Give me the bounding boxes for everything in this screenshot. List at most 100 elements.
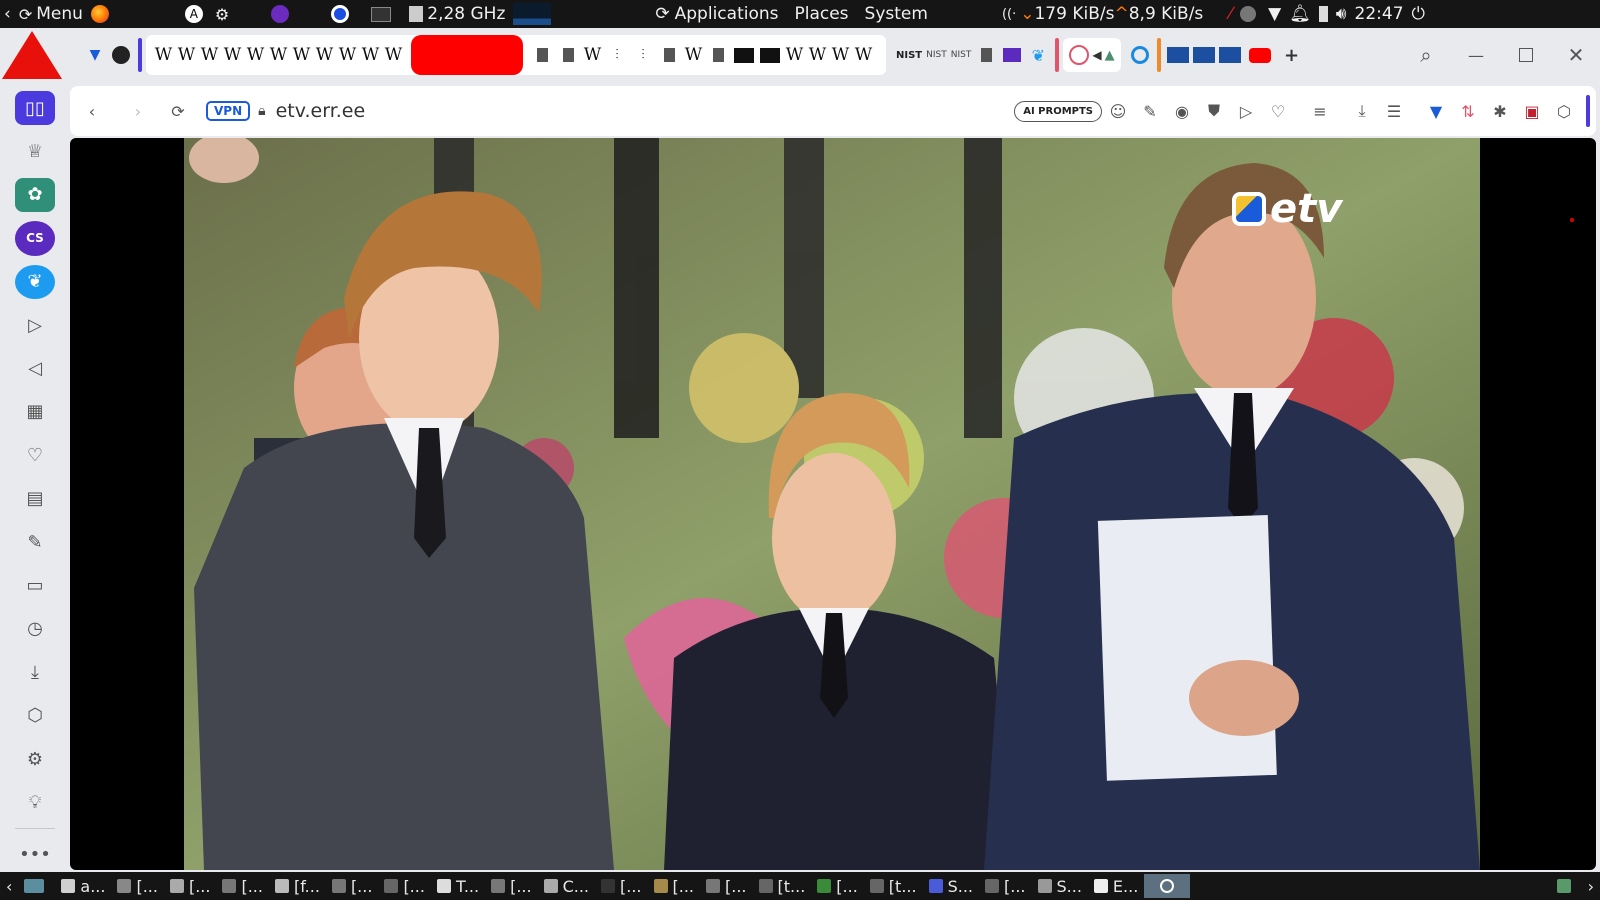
tab-wikipedia[interactable]: W bbox=[267, 45, 290, 65]
ai-prompts-button[interactable]: AI PROMPTS bbox=[1014, 100, 1102, 122]
emoji-button[interactable]: ☺ bbox=[1102, 95, 1134, 127]
settings-button[interactable]: ☰ bbox=[1378, 95, 1410, 127]
launcher-a[interactable]: A bbox=[181, 0, 211, 28]
tray-info[interactable] bbox=[1236, 0, 1264, 28]
minimize-button[interactable]: — bbox=[1460, 39, 1492, 71]
sidebar-downloads[interactable]: ⤓ bbox=[15, 655, 55, 689]
clock[interactable]: 22:47 bbox=[1351, 0, 1408, 28]
tab-document[interactable] bbox=[557, 44, 579, 66]
panel-left-arrow[interactable]: ‹ bbox=[0, 0, 15, 28]
downloads-button[interactable]: ⤓ bbox=[1346, 95, 1378, 127]
tab-wikipedia[interactable]: W bbox=[244, 45, 267, 65]
url-field[interactable]: etv.err.ee bbox=[276, 100, 366, 122]
taskbar-window-item[interactable]: [t... bbox=[864, 874, 923, 898]
tab-wikipedia[interactable]: W bbox=[221, 45, 244, 65]
tab-wikipedia[interactable]: W bbox=[313, 45, 336, 65]
sidebar-news[interactable]: ▤ bbox=[15, 482, 55, 516]
tab-crown[interactable] bbox=[759, 44, 781, 66]
tab-document[interactable] bbox=[707, 44, 729, 66]
launcher-podcast[interactable] bbox=[267, 0, 297, 28]
menu-button[interactable]: ⟳ Menu bbox=[15, 0, 87, 28]
firefox-launcher[interactable] bbox=[87, 0, 117, 28]
screenshot-button[interactable]: ◉ bbox=[1166, 95, 1198, 127]
taskbar-window-item[interactable]: [... bbox=[164, 874, 217, 898]
places-menu[interactable]: Places bbox=[790, 0, 852, 28]
taskbar-right-arrow[interactable]: › bbox=[1582, 874, 1600, 898]
ext-box[interactable]: ⬡ bbox=[1548, 95, 1580, 127]
tab-active[interactable]: ◀ ▲ bbox=[1063, 38, 1121, 72]
tab-wikipedia[interactable]: W bbox=[852, 45, 875, 65]
forward-button[interactable]: › bbox=[122, 95, 154, 127]
tray-volume[interactable]: 🔊︎ bbox=[1332, 0, 1351, 28]
tab-mail[interactable] bbox=[1001, 44, 1023, 66]
tab-wikipedia[interactable]: W bbox=[175, 45, 198, 65]
taskbar-window-item[interactable]: [f... bbox=[269, 874, 326, 898]
taskbar-window-item[interactable]: [... bbox=[216, 874, 269, 898]
favorite-button[interactable]: ♡ bbox=[1262, 95, 1294, 127]
tab-err[interactable] bbox=[1218, 44, 1241, 66]
taskbar-window-item[interactable]: [t... bbox=[753, 874, 812, 898]
sidebar-settings[interactable]: ⚙ bbox=[15, 742, 55, 776]
tab-github[interactable] bbox=[110, 44, 132, 66]
ext-puzzle[interactable]: ✱ bbox=[1484, 95, 1516, 127]
tab-nist[interactable]: NIST bbox=[951, 50, 972, 60]
taskbar-window-item[interactable]: [... bbox=[811, 874, 864, 898]
tab-twitter[interactable]: ❦ bbox=[1027, 44, 1049, 66]
reload-button[interactable]: ⟳ bbox=[162, 95, 194, 127]
taskbar-window-item[interactable]: [... bbox=[485, 874, 538, 898]
tab-wikipedia[interactable]: W bbox=[290, 45, 313, 65]
taskbar-window-item[interactable]: [... bbox=[111, 874, 164, 898]
applications-menu[interactable]: ⟳ Applications bbox=[651, 0, 782, 28]
ext-copy[interactable]: ▣ bbox=[1516, 95, 1548, 127]
tab-crown[interactable] bbox=[733, 44, 755, 66]
tab-wikipedia[interactable]: W bbox=[198, 45, 221, 65]
sidebar-history[interactable]: ◷ bbox=[15, 612, 55, 646]
sidebar-more[interactable]: ••• bbox=[15, 838, 55, 872]
tab-wikipedia[interactable]: W bbox=[682, 45, 705, 65]
launcher-terminal[interactable] bbox=[367, 0, 395, 28]
new-tab-button[interactable]: + bbox=[1281, 44, 1303, 66]
ext-arrows[interactable]: ⇅ bbox=[1452, 95, 1484, 127]
tab-wikipedia[interactable]: W bbox=[581, 45, 604, 65]
taskbar-window-item[interactable]: [... bbox=[979, 874, 1032, 898]
tab-wikipedia[interactable]: W bbox=[382, 45, 405, 65]
send-button[interactable]: ▷ bbox=[1230, 95, 1262, 127]
close-button[interactable]: ✕ bbox=[1560, 39, 1592, 71]
edit-button[interactable]: ✎ bbox=[1134, 95, 1166, 127]
sidebar-extensions[interactable]: ⬡ bbox=[15, 698, 55, 732]
power-button[interactable]: ⏻ bbox=[1408, 0, 1429, 28]
vpn-badge[interactable]: VPN bbox=[206, 101, 251, 121]
taskbar-window-item[interactable]: a... bbox=[55, 874, 111, 898]
video-player[interactable]: etv bbox=[184, 138, 1480, 870]
sidebar-send[interactable]: ◁ bbox=[15, 351, 55, 385]
taskbar-window-item[interactable]: E... bbox=[1088, 874, 1144, 898]
tray-cpu-graph[interactable]: ⁄ bbox=[1225, 0, 1236, 28]
sidebar-apps[interactable]: ▦ bbox=[15, 395, 55, 429]
sidebar-crown[interactable]: ♕ bbox=[15, 134, 55, 168]
tab-reload-ext[interactable] bbox=[1129, 44, 1151, 66]
sidebar-reading-list[interactable]: ▯▯ bbox=[15, 91, 55, 126]
tab-vivaldi[interactable]: ▼ bbox=[84, 44, 106, 66]
tab-err[interactable] bbox=[1166, 44, 1189, 66]
tab-document[interactable] bbox=[975, 44, 997, 66]
taskbar-window-item[interactable]: S... bbox=[1032, 874, 1088, 898]
taskbar-window-item[interactable]: T... bbox=[431, 874, 485, 898]
shield-button[interactable]: ⛊ bbox=[1198, 95, 1230, 127]
tray-notifications[interactable]: 🔔︎ bbox=[1285, 0, 1315, 28]
sidebar-cs[interactable]: CS bbox=[15, 221, 55, 256]
tab-wikipedia[interactable]: W bbox=[783, 45, 806, 65]
tab-equalizer[interactable]: ⫶ bbox=[632, 44, 654, 66]
tab-nist[interactable]: NIST bbox=[896, 50, 922, 61]
taskbar-window-item[interactable]: [... bbox=[595, 874, 648, 898]
launcher-settings[interactable]: ⚙ bbox=[211, 0, 233, 28]
back-button[interactable]: ‹ bbox=[76, 95, 108, 127]
taskbar-window-item[interactable]: [... bbox=[648, 874, 701, 898]
sidebar-tips[interactable]: 💡︎ bbox=[15, 785, 55, 819]
sidebar-tabs[interactable]: ▭ bbox=[15, 568, 55, 602]
taskbar-window-item[interactable]: [... bbox=[378, 874, 431, 898]
tab-wikipedia[interactable]: W bbox=[336, 45, 359, 65]
taskbar-window-item[interactable]: [... bbox=[700, 874, 753, 898]
system-menu[interactable]: System bbox=[861, 0, 932, 28]
tray-battery[interactable] bbox=[1315, 0, 1332, 28]
search-tabs-button[interactable]: ⌕ bbox=[1410, 39, 1442, 71]
